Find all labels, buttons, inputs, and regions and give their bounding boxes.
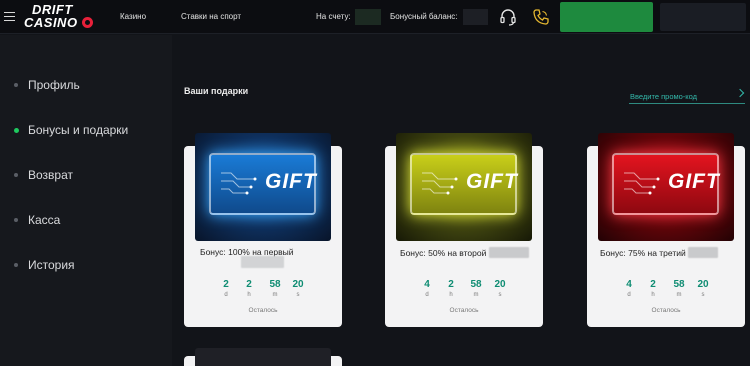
balance-label: На счету:	[316, 12, 351, 21]
bullet-icon	[14, 173, 18, 177]
timer-minutes-unit: m	[272, 292, 278, 298]
timer-minutes: 58	[673, 279, 685, 290]
gift-text: GIFT	[466, 170, 518, 193]
timer-hours-unit: h	[247, 292, 251, 298]
menu-icon[interactable]	[4, 12, 15, 21]
nav-sports-betting[interactable]: Ставки на спорт	[181, 12, 241, 21]
bullet-icon	[14, 218, 18, 222]
timer-seconds: 20	[697, 279, 709, 290]
redacted-text	[488, 247, 529, 258]
logo-line2: CASINO	[24, 15, 78, 30]
bonus-text: Бонус: 50% на второй	[400, 247, 529, 258]
sidebar-item-label: История	[28, 258, 75, 272]
gift-text: GIFT	[265, 170, 317, 193]
gift-card[interactable]: GIFT Бонус: 75% на третий 4 d 2 h 58 m 2…	[587, 133, 745, 327]
page-title: Ваши подарки	[184, 86, 249, 96]
gift-image: GIFT	[195, 133, 331, 241]
bonus-balance-label: Бонусный баланс:	[390, 12, 458, 21]
logo-mark-icon	[82, 17, 93, 28]
timer-days: 2	[223, 279, 229, 290]
headset-icon[interactable]	[498, 7, 518, 27]
top-header: DRIFT CASINO Казино Ставки на спорт На с…	[0, 0, 750, 34]
timer-hours: 2	[448, 279, 454, 290]
remaining-label: Осталось	[449, 307, 479, 314]
gift-card-partial[interactable]	[184, 348, 342, 366]
bullet-icon	[14, 83, 18, 87]
timer-days: 4	[626, 279, 632, 290]
timer-hours-unit: h	[449, 292, 453, 298]
redacted-text	[688, 247, 719, 258]
redacted-text	[241, 256, 284, 268]
timer-seconds-unit: s	[701, 292, 705, 298]
gift-text: GIFT	[668, 170, 720, 193]
sidebar-item-refund[interactable]: Возврат	[12, 166, 162, 186]
bonus-balance-value-hidden	[463, 9, 488, 25]
gift-card[interactable]: GIFT Бонус: 50% на второй 4 d 2 h 58 m 2…	[385, 133, 543, 327]
sidebar-item-history[interactable]: История	[12, 256, 162, 276]
sidebar-item-label: Бонусы и подарки	[28, 123, 129, 137]
circuit-icon	[221, 172, 257, 195]
timer-minutes: 58	[269, 279, 281, 290]
countdown-timer: 2 d 2 h 58 m 20 s	[184, 279, 342, 301]
timer-minutes-unit: m	[676, 292, 682, 298]
bonus-label: Бонус: 50% на второй	[400, 248, 487, 258]
bonus-text: Бонус: 75% на третий	[600, 247, 719, 258]
bullet-icon	[14, 263, 18, 267]
gift-image: GIFT	[598, 133, 734, 241]
sidebar-item-cashier[interactable]: Касса	[12, 211, 162, 231]
timer-seconds: 20	[494, 279, 506, 290]
nav-casino[interactable]: Казино	[120, 12, 146, 21]
bonus-label: Бонус: 75% на третий	[600, 248, 686, 258]
timer-seconds-unit: s	[296, 292, 300, 298]
timer-days-unit: d	[627, 292, 631, 298]
sidebar-item-label: Профиль	[28, 78, 80, 92]
timer-days-unit: d	[425, 292, 429, 298]
sidebar-item-label: Касса	[28, 213, 61, 227]
timer-minutes-unit: m	[473, 292, 479, 298]
profile-block-hidden[interactable]	[660, 3, 746, 31]
timer-days: 4	[424, 279, 430, 290]
timer-seconds-unit: s	[498, 292, 502, 298]
circuit-icon	[624, 172, 660, 195]
timer-days-unit: d	[224, 292, 228, 298]
remaining-label: Осталось	[651, 307, 681, 314]
gift-image: GIFT	[396, 133, 532, 241]
timer-hours-unit: h	[651, 292, 655, 298]
timer-minutes: 58	[470, 279, 482, 290]
balance-value-hidden	[355, 9, 381, 25]
active-bullet-icon	[14, 128, 19, 133]
timer-hours: 2	[246, 279, 252, 290]
countdown-timer: 4 d 2 h 58 m 20 s	[587, 279, 745, 301]
countdown-timer: 4 d 2 h 58 m 20 s	[385, 279, 543, 301]
circuit-icon	[422, 172, 458, 195]
gift-card[interactable]: GIFT Бонус: 100% на первый 2 d 2 h 58 m …	[184, 133, 342, 327]
timer-seconds: 20	[292, 279, 304, 290]
sidebar: Профиль Бонусы и подарки Возврат Касса И…	[0, 35, 172, 366]
promo-code-placeholder: Введите промо-код	[630, 92, 698, 101]
logo[interactable]: DRIFT CASINO	[24, 2, 94, 32]
chevron-right-icon[interactable]	[735, 88, 745, 98]
sidebar-item-label: Возврат	[28, 168, 73, 182]
account-button-hidden[interactable]	[560, 2, 653, 32]
sidebar-item-bonuses[interactable]: Бонусы и подарки	[12, 121, 162, 141]
promo-code-input[interactable]: Введите промо-код	[629, 86, 745, 104]
phone-icon[interactable]	[531, 7, 551, 27]
sidebar-item-profile[interactable]: Профиль	[12, 76, 162, 96]
gift-image	[195, 348, 331, 366]
remaining-label: Осталось	[248, 307, 278, 314]
timer-hours: 2	[650, 279, 656, 290]
